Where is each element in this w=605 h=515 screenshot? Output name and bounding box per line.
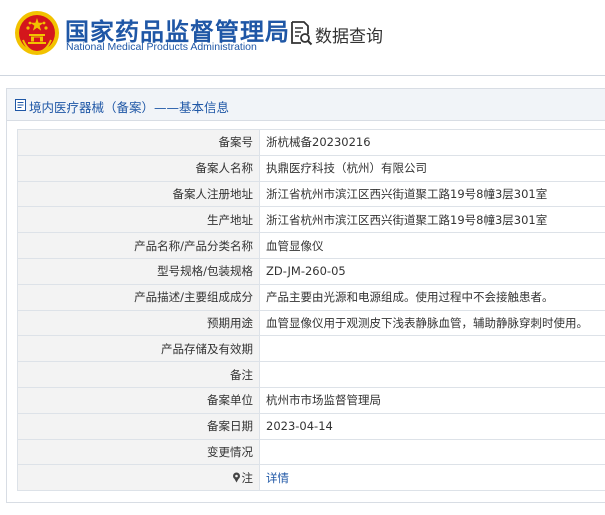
table-row: 型号规格/包装规格 ZD-JM-260-05 — [17, 257, 605, 285]
header-divider — [0, 75, 605, 76]
field-label: 产品存储及有效期 — [17, 335, 260, 363]
field-value: 执鼎医疗科技（杭州）有限公司 — [259, 154, 605, 182]
field-value: 浙江省杭州市滨江区西兴街道聚工路19号8幢3层301室 — [259, 206, 605, 234]
field-value: 2023-04-14 — [259, 412, 605, 440]
field-label: 产品描述/主要组成成分 — [17, 283, 260, 311]
field-label: 备案人注册地址 — [17, 180, 260, 208]
panel-title: 境内医疗器械（备案）——基本信息 — [29, 100, 230, 115]
table-row: 备案日期 2023-04-14 — [17, 412, 605, 440]
field-label: 备注 — [17, 361, 260, 388]
basic-info-panel: 境内医疗器械（备案）——基本信息 备案号 浙杭械备20230216 备案人名称 … — [6, 88, 605, 503]
table-row: 备案人注册地址 浙江省杭州市滨江区西兴街道聚工路19号8幢3层301室 — [17, 180, 605, 208]
field-value — [259, 335, 605, 363]
field-label: 备案人名称 — [17, 154, 260, 182]
field-value: 血管显像仪用于观测皮下浅表静脉血管，辅助静脉穿刺时使用。 — [259, 309, 605, 337]
table-row: 产品描述/主要组成成分 产品主要由光源和电源组成。使用过程中不会接触患者。 — [17, 283, 605, 311]
note-value: 详情 — [259, 464, 605, 492]
table-row: 生产地址 浙江省杭州市滨江区西兴街道聚工路19号8幢3层301室 — [17, 206, 605, 234]
field-label: 产品名称/产品分类名称 — [17, 232, 260, 259]
field-label: 备案单位 — [17, 386, 260, 414]
details-link[interactable]: 详情 — [266, 471, 289, 485]
table-row: 产品名称/产品分类名称 血管显像仪 — [17, 232, 605, 259]
field-value: 杭州市市场监督管理局 — [259, 386, 605, 414]
document-icon — [15, 99, 26, 111]
detail-table: 备案号 浙杭械备20230216 备案人名称 执鼎医疗科技（杭州）有限公司 备案… — [17, 129, 605, 492]
table-row: 预期用途 血管显像仪用于观测皮下浅表静脉血管，辅助静脉穿刺时使用。 — [17, 309, 605, 337]
field-label: 备案日期 — [17, 412, 260, 440]
table-row: 产品存储及有效期 — [17, 335, 605, 363]
field-value: 血管显像仪 — [259, 232, 605, 259]
pin-icon — [232, 472, 240, 483]
data-query-label: 数据查询 — [315, 27, 383, 47]
document-search-icon — [291, 21, 313, 46]
table-row: 备注 — [17, 361, 605, 388]
field-label: 备案号 — [17, 129, 260, 156]
national-emblem-icon — [15, 11, 59, 55]
site-title-en: National Medical Products Administration — [66, 41, 257, 53]
table-row: 备案单位 杭州市市场监督管理局 — [17, 386, 605, 414]
field-value: ZD-JM-260-05 — [259, 257, 605, 285]
note-label: 注 — [241, 470, 254, 485]
field-label: 变更情况 — [17, 438, 260, 466]
field-label: 型号规格/包装规格 — [17, 257, 260, 285]
field-label: 生产地址 — [17, 206, 260, 234]
site-header: 国家药品监督管理局 National Medical Products Admi… — [0, 0, 605, 72]
table-row: 注 详情 — [17, 464, 605, 492]
table-row: 变更情况 — [17, 438, 605, 466]
field-value — [259, 361, 605, 388]
field-value: 浙杭械备20230216 — [259, 129, 605, 156]
field-value: 浙江省杭州市滨江区西兴街道聚工路19号8幢3层301室 — [259, 180, 605, 208]
panel-title-bar: 境内医疗器械（备案）——基本信息 — [7, 89, 605, 121]
field-value — [259, 438, 605, 466]
field-value: 产品主要由光源和电源组成。使用过程中不会接触患者。 — [259, 283, 605, 311]
field-label: 预期用途 — [17, 309, 260, 337]
table-row: 备案人名称 执鼎医疗科技（杭州）有限公司 — [17, 154, 605, 182]
table-row: 备案号 浙杭械备20230216 — [17, 129, 605, 156]
note-label-cell: 注 — [17, 464, 260, 492]
